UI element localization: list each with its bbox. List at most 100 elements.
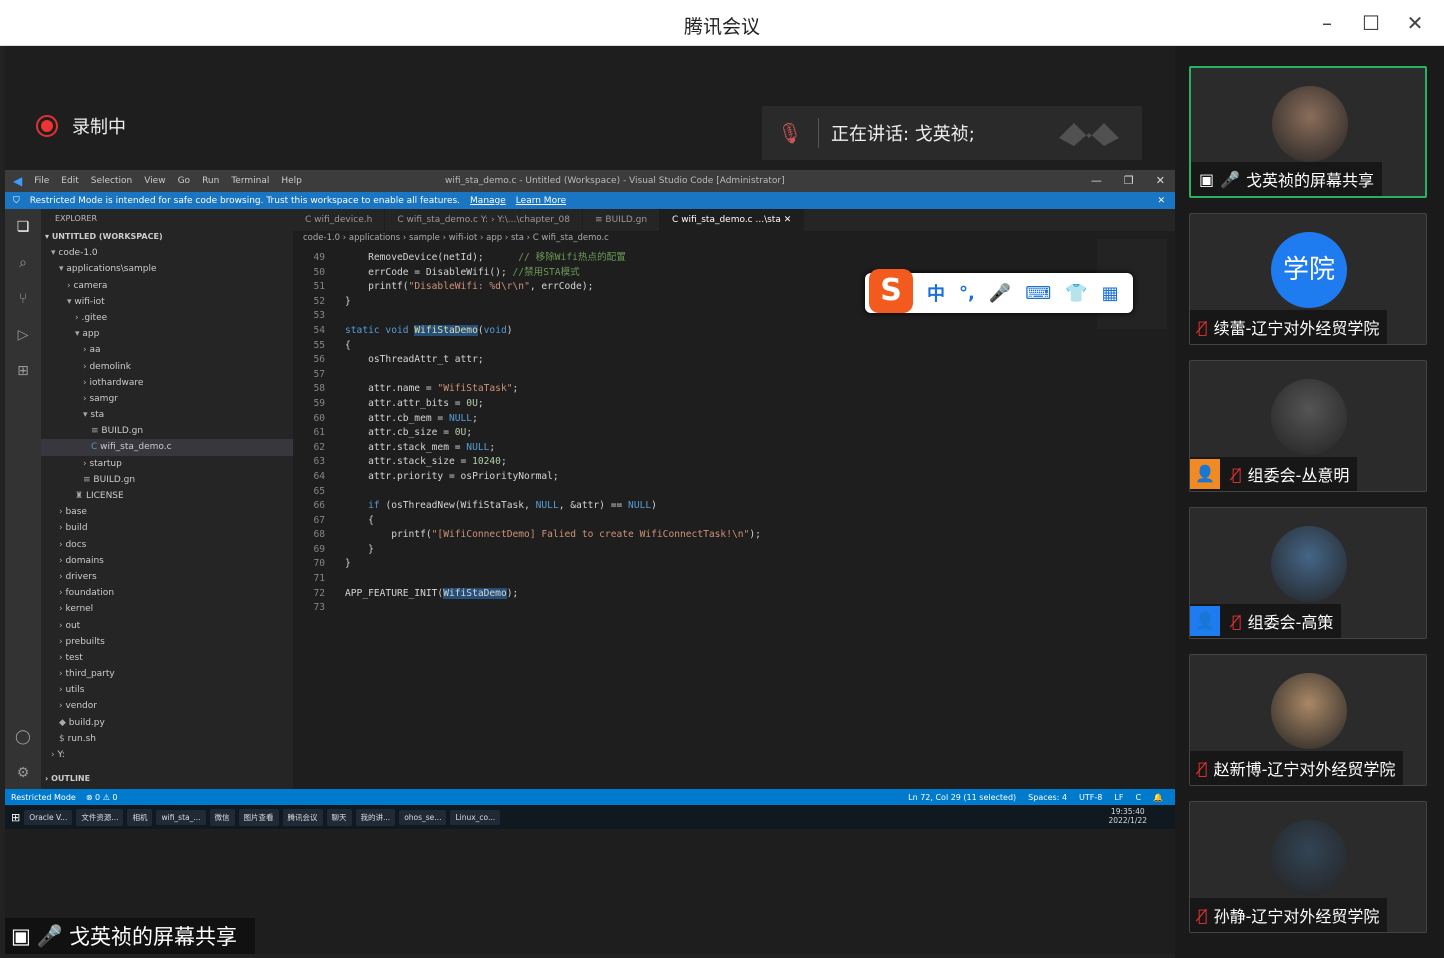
tree-item[interactable]: › prebuilts [41, 634, 293, 650]
windows-start-icon[interactable]: ⊞ [11, 811, 20, 824]
minimize-icon[interactable]: – [1314, 10, 1340, 36]
cursor-position[interactable]: Ln 72, Col 29 (11 selected) [908, 793, 1016, 802]
tree-item[interactable]: › Y: [41, 747, 293, 763]
tree-item[interactable]: › demolink [41, 359, 293, 375]
outline-header[interactable]: › OUTLINE [41, 771, 90, 787]
tree-item[interactable]: › third_party [41, 666, 293, 682]
ime-button[interactable]: °, [959, 283, 975, 304]
tree-item[interactable]: ≡ BUILD.gn [41, 472, 293, 488]
account-icon[interactable]: ◯ [5, 719, 41, 755]
code-view[interactable]: 49 RemoveDevice(netId); // 移除Wifi热点的配置 50… [293, 251, 761, 616]
tree-item[interactable]: C wifi_sta_demo.c [41, 439, 293, 456]
menu-item[interactable]: Terminal [231, 176, 269, 186]
tree-item[interactable]: ▾ app [41, 326, 293, 342]
search-icon[interactable]: ⌕ [5, 245, 41, 281]
taskbar-app[interactable]: 聊天 [326, 808, 352, 826]
taskbar-app[interactable]: 微信 [209, 808, 235, 826]
line-number: 70 [313, 558, 325, 570]
tree-item[interactable]: › iothardware [41, 375, 293, 391]
editor-tab[interactable]: C wifi_device.h [293, 209, 386, 231]
close-icon[interactable]: ✕ [1157, 196, 1165, 206]
close-icon[interactable]: ✕ [1156, 174, 1165, 187]
participant-tile[interactable]: 👤 🎙̸ 组委会-丛意明 [1189, 360, 1427, 492]
taskbar-app[interactable]: 腾讯会议 [282, 808, 323, 826]
taskbar-app[interactable]: Oracle V... [24, 809, 73, 825]
tree-item[interactable]: › docs [41, 537, 293, 553]
tree-item[interactable]: › samgr [41, 391, 293, 407]
minimize-icon[interactable]: — [1091, 174, 1102, 187]
taskbar-app[interactable]: Linux_co... [450, 809, 501, 825]
menu-item[interactable]: File [34, 176, 49, 186]
menu-item[interactable]: Go [178, 176, 190, 186]
menu-item[interactable]: View [144, 176, 165, 186]
tree-item[interactable]: ▾ sta [41, 407, 293, 423]
gear-icon[interactable]: ⚙ [5, 755, 41, 791]
tree-item[interactable]: › aa [41, 342, 293, 358]
editor-tab[interactable]: C wifi_sta_demo.c ...\sta ✕ [660, 209, 805, 231]
ime-button[interactable]: 🎤 [989, 283, 1011, 304]
restore-icon[interactable]: ❐ [1124, 174, 1134, 187]
workspace-header[interactable]: ▾ UNTITLED (WORKSPACE) [41, 229, 293, 245]
menu-item[interactable]: Selection [91, 176, 132, 186]
taskbar-app[interactable]: 文件资源... [76, 808, 124, 826]
taskbar-app[interactable]: 相机 [127, 808, 153, 826]
tree-item[interactable]: › build [41, 520, 293, 536]
tree-item[interactable]: › domains [41, 553, 293, 569]
system-clock[interactable]: 19:35:40 2022/1/22 [1109, 807, 1147, 825]
taskbar-app[interactable]: 图片查看 [238, 808, 279, 826]
tree-item[interactable]: › base [41, 504, 293, 520]
taskbar-app[interactable]: 我的讲... [355, 808, 396, 826]
taskbar-app[interactable]: ohos_se... [399, 809, 447, 825]
divider [818, 118, 819, 148]
participant-tile[interactable]: 👤 🎙̸ 组委会-高策 [1189, 507, 1427, 639]
tree-item[interactable]: ♜ LICENSE [41, 488, 293, 504]
tree-item[interactable]: › utils [41, 682, 293, 698]
recording-indicator[interactable]: 录制中 [36, 112, 126, 140]
menu-item[interactable]: Edit [61, 176, 78, 186]
tree-item[interactable]: › foundation [41, 585, 293, 601]
files-icon[interactable]: ❏ [5, 209, 41, 245]
tree-item[interactable]: › test [41, 650, 293, 666]
tree-item[interactable]: › startup [41, 456, 293, 472]
code-line: 70} [293, 557, 761, 572]
run-debug-icon[interactable]: ▷ [5, 317, 41, 353]
language-status[interactable]: C [1135, 793, 1141, 802]
editor-tab[interactable]: ≡ BUILD.gn [583, 209, 661, 231]
tree-item[interactable]: › .gitee [41, 310, 293, 326]
participant-tile[interactable]: ▣ 🎤 戈英祯的屏幕共享 [1189, 66, 1427, 198]
tree-item[interactable]: › out [41, 618, 293, 634]
maximize-icon[interactable]: ☐ [1358, 10, 1384, 36]
tree-item[interactable]: › camera [41, 278, 293, 294]
tree-item[interactable]: › drivers [41, 569, 293, 585]
ime-button[interactable]: 中 [927, 280, 945, 306]
participant-tile[interactable]: 学院 🎙̸ 续蕾-辽宁对外经贸学院 [1189, 213, 1427, 345]
tree-item[interactable]: › vendor [41, 698, 293, 714]
tree-item[interactable]: ≡ BUILD.gn [41, 423, 293, 439]
eol-status[interactable]: LF [1114, 793, 1123, 802]
menu-item[interactable]: Run [202, 176, 219, 186]
learn-more-link[interactable]: Learn More [516, 196, 566, 206]
ime-button[interactable]: 👕 [1065, 283, 1087, 304]
tree-item[interactable]: ◆ build.py [41, 715, 293, 731]
ime-button[interactable]: ⌨ [1025, 283, 1051, 304]
tree-item[interactable]: $ run.sh [41, 731, 293, 747]
ime-button[interactable]: ▦ [1102, 283, 1119, 304]
problems-status[interactable]: ⊗ 0 ⚠ 0 [86, 793, 118, 802]
menu-item[interactable]: Help [281, 176, 302, 186]
source-control-icon[interactable]: ⑂ [5, 281, 41, 317]
editor-tab[interactable]: C wifi_sta_demo.c Y: › Y:\...\chapter_08 [385, 209, 583, 231]
tree-item[interactable]: ▾ wifi-iot [41, 294, 293, 310]
taskbar-app[interactable]: wifi_sta_... [156, 809, 206, 825]
tree-item[interactable]: ▾ applications\sample [41, 261, 293, 277]
manage-link[interactable]: Manage [470, 196, 506, 206]
tree-item[interactable]: ▾ code-1.0 [41, 245, 293, 261]
close-icon[interactable]: ✕ [1402, 10, 1428, 36]
extensions-icon[interactable]: ⊞ [5, 353, 41, 389]
tree-item[interactable]: › kernel [41, 601, 293, 617]
participant-tile[interactable]: 🎙̸ 赵新博-辽宁对外经贸学院 [1189, 654, 1427, 786]
bell-icon[interactable]: 🔔 [1153, 793, 1163, 802]
indent-status[interactable]: Spaces: 4 [1028, 793, 1067, 802]
restricted-mode-status[interactable]: Restricted Mode [11, 793, 76, 802]
participant-tile[interactable]: 🎙̸ 孙静-辽宁对外经贸学院 [1189, 801, 1427, 933]
encoding-status[interactable]: UTF-8 [1079, 793, 1102, 802]
